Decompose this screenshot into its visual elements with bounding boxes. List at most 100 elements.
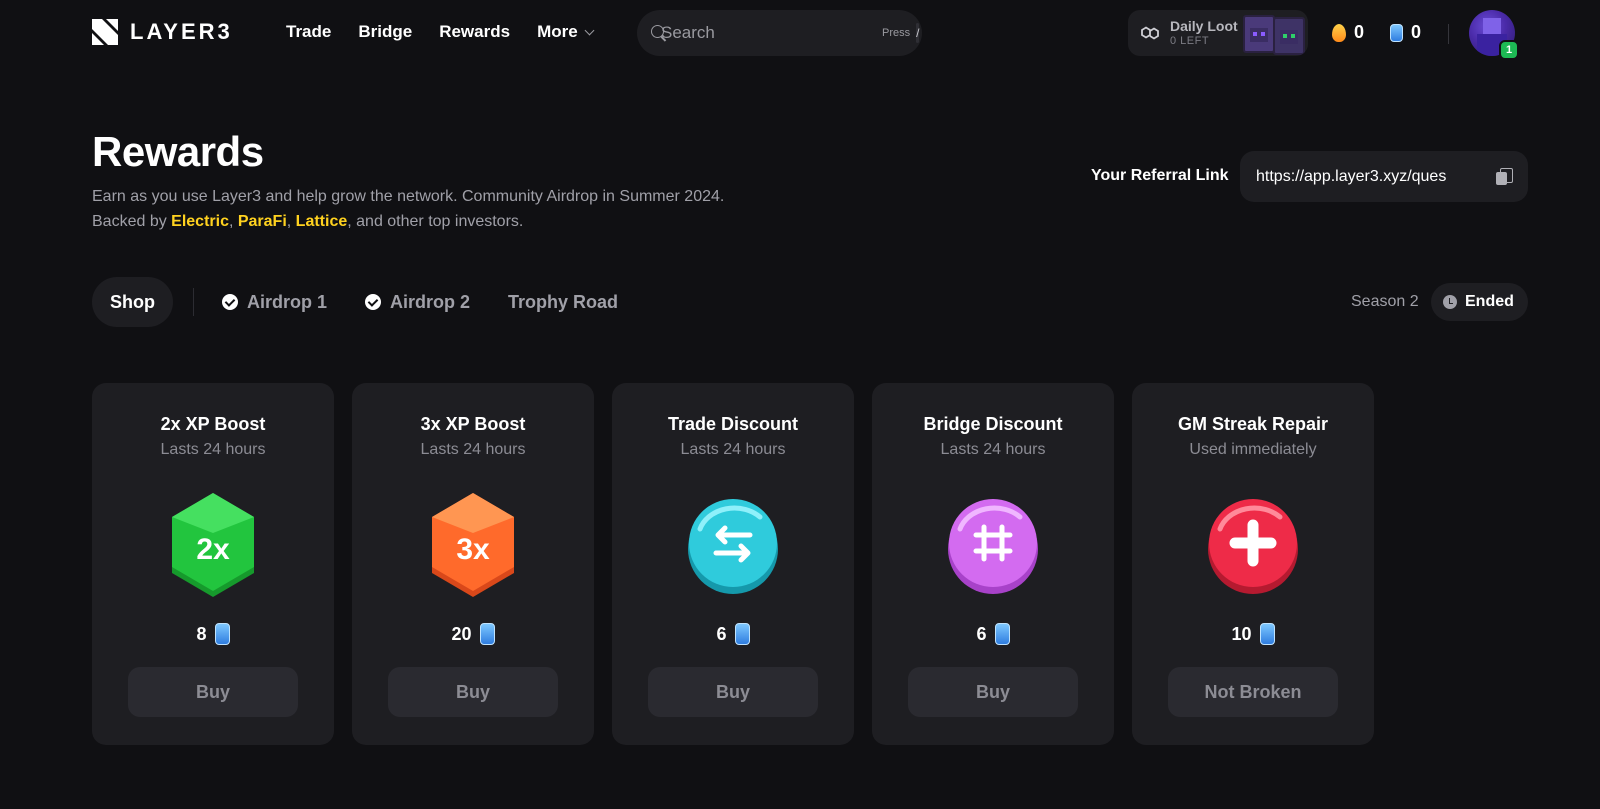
bridge-icon (948, 499, 1038, 594)
search-press-hint: Press (882, 27, 911, 39)
investor-link-parafi[interactable]: ParaFi (238, 213, 287, 230)
shop-card-subtitle: Lasts 24 hours (160, 441, 266, 458)
shop-card-price-value: 6 (976, 623, 987, 644)
streak-count: 0 (1354, 22, 1365, 42)
loot-chest-icon (1243, 15, 1275, 53)
shop-card-trade-discount: Trade Discount Lasts 24 hours 6 Buy (612, 383, 854, 745)
check-circle-icon (222, 294, 238, 310)
shop-card-price: 6 (872, 623, 1114, 645)
user-level-badge: 1 (1499, 40, 1519, 60)
referral-label: Your Referral Link (1091, 167, 1229, 184)
loot-chest-icon (1273, 17, 1305, 55)
rewards-tabs: Shop Airdrop 1 Airdrop 2 Trophy Road (92, 277, 618, 327)
shop-items: 2x XP Boost Lasts 24 hours 2x 8 Buy 3x X… (92, 383, 1374, 745)
tab-airdrop-1[interactable]: Airdrop 1 (222, 277, 327, 327)
gem-counter[interactable]: 0 (1390, 22, 1421, 43)
shop-card-title: 3x XP Boost (420, 414, 526, 434)
shop-card-price: 20 (352, 623, 594, 645)
investor-link-lattice[interactable]: Lattice (296, 213, 348, 230)
chevron-down-icon (584, 25, 595, 35)
shop-card-price-value: 6 (716, 623, 727, 644)
not-broken-button[interactable]: Not Broken (1168, 667, 1338, 717)
top-nav: LAYER3 Trade Bridge Rewards More Press /… (0, 0, 1600, 66)
shop-card-price-value: 20 (451, 623, 472, 644)
tab-trophy-road-label: Trophy Road (508, 291, 619, 312)
tab-airdrop-2[interactable]: Airdrop 2 (365, 277, 470, 327)
search-bar[interactable]: Press / (637, 10, 922, 56)
shop-card-title: GM Streak Repair (1177, 414, 1329, 434)
gem-icon (479, 623, 495, 645)
loot-chests-image (1243, 13, 1308, 55)
gem-icon (1259, 623, 1275, 645)
search-input[interactable] (661, 23, 882, 43)
shop-card-3x-xp-boost: 3x XP Boost Lasts 24 hours 3x 20 Buy (352, 383, 594, 745)
flame-icon (1332, 23, 1346, 42)
shop-card-subtitle: Lasts 24 hours (940, 441, 1046, 458)
orange-hexagon-3x-icon: 3x (432, 493, 514, 597)
brand-logo[interactable]: LAYER3 (92, 19, 233, 45)
shop-card-2x-xp-boost: 2x XP Boost Lasts 24 hours 2x 8 Buy (92, 383, 334, 745)
description-separator: , (228, 213, 238, 230)
shop-card-subtitle: Lasts 24 hours (420, 441, 526, 458)
nav-link-more-label: More (537, 22, 578, 41)
tab-trophy-road[interactable]: Trophy Road (508, 277, 618, 327)
gem-icon (994, 623, 1010, 645)
shop-card-price-value: 10 (1231, 623, 1252, 644)
tab-shop-label: Shop (110, 291, 155, 312)
season-status: Ended (1465, 293, 1514, 310)
tab-shop[interactable]: Shop (92, 277, 173, 327)
clock-icon (1443, 295, 1457, 309)
shop-card-gm-streak-repair: GM Streak Repair Used immediately 10 Not… (1132, 383, 1374, 745)
shop-card-price: 10 (1132, 623, 1374, 645)
season-status-badge: Ended (1431, 283, 1528, 321)
shop-card-title: Trade Discount (667, 414, 799, 434)
brand-name: LAYER3 (130, 19, 233, 44)
page-title: Rewards (92, 128, 264, 175)
shop-card-price: 6 (612, 623, 854, 645)
shop-card-price: 8 (92, 623, 334, 645)
buy-button[interactable]: Buy (388, 667, 558, 717)
shop-card-title: Bridge Discount (923, 414, 1063, 434)
nav-links: Trade Bridge Rewards More (286, 22, 595, 42)
green-hexagon-2x-icon: 2x (172, 493, 254, 597)
daily-loot-button[interactable]: Daily Loot 0 LEFT (1128, 10, 1308, 56)
tab-airdrop-2-label: Airdrop 2 (390, 291, 471, 312)
daily-loot-remaining: 0 LEFT (1170, 34, 1210, 47)
daily-loot-title: Daily Loot (1170, 18, 1238, 35)
shop-card-subtitle: Lasts 24 hours (680, 441, 786, 458)
plus-cross-icon (1208, 499, 1298, 594)
gem-icon (734, 623, 750, 645)
gem-icon (1390, 23, 1403, 42)
search-shortcut-key: / (916, 23, 920, 43)
description-separator: , (286, 213, 296, 230)
nav-divider (1448, 24, 1449, 44)
investor-link-electric[interactable]: Electric (171, 213, 229, 230)
buy-button[interactable]: Buy (908, 667, 1078, 717)
nav-link-bridge[interactable]: Bridge (358, 22, 412, 42)
buy-button[interactable]: Buy (648, 667, 818, 717)
buy-button[interactable]: Buy (128, 667, 298, 717)
shop-card-title: 2x XP Boost (160, 414, 266, 434)
layer3-logo-icon (92, 19, 118, 45)
shop-card-subtitle: Used immediately (1189, 441, 1317, 458)
swap-arrows-icon (688, 499, 778, 594)
description-suffix: , and other top investors. (347, 213, 524, 230)
polygon-link-icon (1141, 26, 1159, 40)
shop-card-price-value: 8 (196, 623, 207, 644)
shop-card-bridge-discount: Bridge Discount Lasts 24 hours 6 Buy (872, 383, 1114, 745)
tab-separator (193, 288, 194, 316)
referral-url: https://app.layer3.xyz/ques (1256, 167, 1447, 185)
nav-link-trade[interactable]: Trade (286, 22, 331, 42)
gem-count: 0 (1411, 22, 1422, 42)
shop-card-art-label: 3x (456, 533, 490, 566)
season-label: Season 2 (1351, 293, 1419, 310)
referral-link-box[interactable]: https://app.layer3.xyz/ques (1240, 151, 1528, 202)
gem-icon (214, 623, 230, 645)
page-description: Earn as you use Layer3 and help grow the… (92, 184, 752, 234)
shop-card-art-label: 2x (196, 533, 230, 566)
nav-link-rewards[interactable]: Rewards (439, 22, 510, 42)
copy-icon[interactable] (1496, 167, 1513, 186)
nav-link-more[interactable]: More (537, 22, 595, 42)
check-circle-icon (365, 294, 382, 310)
streak-counter[interactable]: 0 (1332, 22, 1364, 43)
